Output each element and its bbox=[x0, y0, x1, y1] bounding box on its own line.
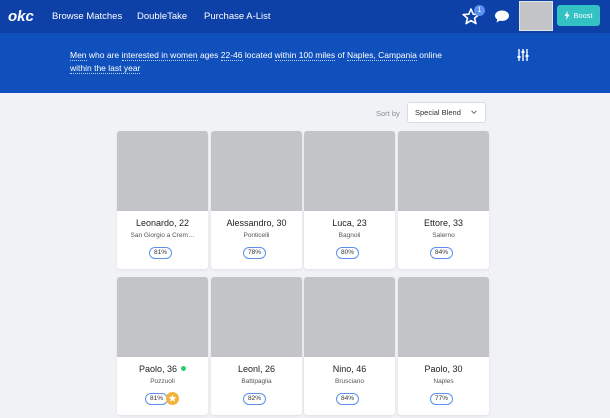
profile-card[interactable]: Leonardo, 22 San Giorgio a Crem… 81% bbox=[117, 131, 208, 269]
profile-location: Brusciano bbox=[335, 378, 364, 385]
match-percentage: 82% bbox=[243, 393, 267, 405]
profile-card[interactable]: Nino, 46 Brusciano 84% bbox=[304, 277, 395, 415]
match-percentage: 81% bbox=[145, 393, 169, 405]
profile-name-row: Paolo, 36 bbox=[117, 364, 208, 374]
profile-name: Nino, 46 bbox=[332, 364, 367, 374]
profile-photo[interactable] bbox=[117, 277, 208, 357]
user-avatar[interactable] bbox=[519, 1, 553, 31]
profile-name: Alessandro, 30 bbox=[226, 218, 287, 228]
criteria-text: of bbox=[335, 50, 347, 60]
online-status-dot bbox=[181, 366, 187, 371]
sliders-icon bbox=[517, 49, 529, 61]
profile-location: Pozzuoli bbox=[150, 378, 175, 385]
criteria-text: who are bbox=[86, 50, 122, 60]
profile-photo[interactable] bbox=[211, 131, 302, 211]
profile-location: Battipaglia bbox=[241, 378, 272, 385]
logo-text: okc bbox=[8, 8, 35, 25]
notification-badge: 1 bbox=[474, 5, 485, 16]
boost-button[interactable]: Boost bbox=[557, 5, 600, 26]
profile-card[interactable]: Leonl, 26 Battipaglia 82% bbox=[211, 277, 302, 415]
profile-location: San Giorgio a Crem… bbox=[130, 232, 195, 239]
match-percentage: 80% bbox=[336, 247, 360, 259]
profile-name: Leonardo, 22 bbox=[135, 218, 190, 228]
boost-label: Boost bbox=[573, 11, 593, 20]
profile-location: Bagnoli bbox=[338, 232, 361, 239]
profile-photo[interactable] bbox=[211, 277, 302, 357]
profile-location: Naples bbox=[433, 378, 454, 385]
profile-photo[interactable] bbox=[304, 131, 395, 211]
filter-age[interactable]: 22-46 bbox=[220, 50, 243, 61]
profile-card[interactable]: Paolo, 36 Pozzuoli 81% bbox=[117, 277, 208, 415]
lightning-icon bbox=[564, 11, 571, 20]
nav-doubletake[interactable]: DoubleTake bbox=[137, 11, 187, 22]
profile-name: Luca, 23 bbox=[332, 218, 367, 228]
filter-location[interactable]: Naples, Campania bbox=[346, 50, 417, 61]
profile-photo[interactable] bbox=[304, 277, 395, 357]
filters-button[interactable] bbox=[516, 48, 530, 62]
nav-browse-matches[interactable]: Browse Matches bbox=[52, 11, 122, 22]
starred-badge bbox=[166, 392, 179, 405]
profile-name: Paolo, 36 bbox=[138, 364, 178, 374]
profile-card[interactable]: Paolo, 30 Naples 77% bbox=[398, 277, 489, 415]
profile-name: Leonl, 26 bbox=[237, 364, 276, 374]
messages-button[interactable] bbox=[494, 9, 510, 24]
filter-online[interactable]: within the last year bbox=[70, 62, 141, 74]
match-percentage: 84% bbox=[336, 393, 360, 405]
filter-gender[interactable]: Men bbox=[70, 50, 87, 61]
filter-interest[interactable]: interested in women bbox=[121, 50, 198, 61]
match-percentage: 78% bbox=[243, 247, 267, 259]
profile-location: Ponticelli bbox=[243, 232, 270, 239]
star-icon bbox=[168, 394, 177, 402]
sort-dropdown[interactable]: Special Blend bbox=[407, 102, 486, 123]
criteria-text: located bbox=[242, 50, 275, 60]
profile-location: Salerno bbox=[432, 232, 455, 239]
criteria-text: online bbox=[416, 50, 442, 60]
nav-purchase-alist[interactable]: Purchase A-List bbox=[204, 11, 271, 22]
profile-name: Paolo, 30 bbox=[424, 364, 463, 374]
sort-selected-value: Special Blend bbox=[415, 108, 461, 117]
match-percentage: 84% bbox=[430, 247, 454, 259]
profile-name: Ettore, 33 bbox=[423, 218, 464, 228]
filter-distance[interactable]: within 100 miles bbox=[274, 50, 336, 61]
profile-card[interactable]: Alessandro, 30 Ponticelli 78% bbox=[211, 131, 302, 269]
match-percentage: 77% bbox=[430, 393, 454, 405]
chat-bubble-icon bbox=[495, 10, 509, 23]
criteria-text: ages bbox=[197, 50, 221, 60]
profile-card[interactable]: Luca, 23 Bagnoli 80% bbox=[304, 131, 395, 269]
top-nav-bar: okc Browse Matches DoubleTake Purchase A… bbox=[0, 0, 610, 33]
search-criteria: Men who are interested in women ages 22-… bbox=[70, 49, 450, 74]
profile-photo[interactable] bbox=[398, 277, 489, 357]
okc-logo[interactable]: okc bbox=[7, 6, 37, 26]
sort-label: Sort by bbox=[376, 109, 400, 118]
profile-card[interactable]: Ettore, 33 Salerno 84% bbox=[398, 131, 489, 269]
match-percentage: 81% bbox=[149, 247, 173, 259]
profile-photo[interactable] bbox=[117, 131, 208, 211]
profile-photo[interactable] bbox=[398, 131, 489, 211]
chevron-down-icon bbox=[471, 110, 477, 115]
